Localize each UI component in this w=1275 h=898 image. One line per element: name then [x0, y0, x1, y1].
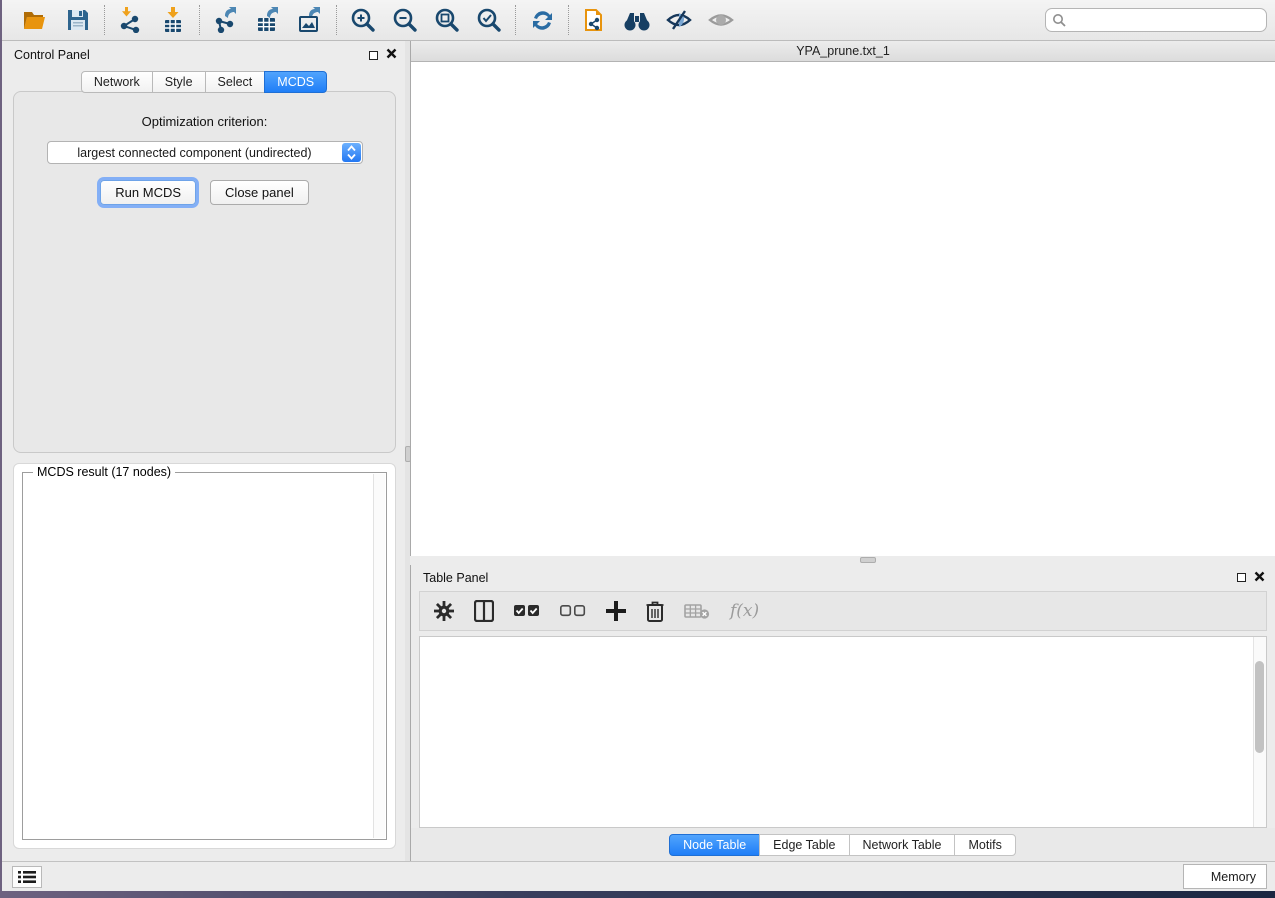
zoom-fit-icon[interactable] — [433, 6, 461, 34]
zoom-selected-icon[interactable] — [475, 6, 503, 34]
tab-motifs[interactable]: Motifs — [954, 834, 1015, 856]
close-panel-button[interactable]: Close panel — [210, 180, 309, 205]
zoom-out-icon[interactable] — [391, 6, 419, 34]
show-eye-icon — [707, 6, 735, 34]
export-table-icon[interactable] — [254, 6, 282, 34]
application-window: Control Panel Network Style Select MCDS … — [2, 0, 1275, 891]
table-toolbar: f(x) — [419, 591, 1267, 631]
mcds-result-list[interactable] — [24, 479, 373, 838]
tab-select[interactable]: Select — [205, 71, 266, 93]
mcds-result-scrollbar[interactable] — [373, 474, 385, 838]
task-history-button[interactable] — [12, 866, 42, 888]
optimization-criterion-label: Optimization criterion: — [14, 114, 395, 129]
import-table-icon[interactable] — [159, 6, 187, 34]
deselect-all-rows-icon[interactable] — [560, 598, 586, 624]
open-file-icon[interactable] — [22, 6, 50, 34]
mcds-tab-content: Optimization criterion: largest connecte… — [13, 91, 396, 453]
delete-column-icon[interactable] — [646, 598, 664, 624]
network-view-frame: YPA_prune.txt_1 — [410, 41, 1275, 556]
table-tabbar: Node Table Edge Table Network Table Moti… — [411, 828, 1275, 861]
network-title: YPA_prune.txt_1 — [411, 44, 1275, 58]
tab-style[interactable]: Style — [152, 71, 206, 93]
criterion-select-value: largest connected component (undirected) — [48, 146, 362, 160]
control-panel: Control Panel Network Style Select MCDS … — [4, 41, 405, 861]
mcds-result-panel: MCDS result (17 nodes) — [13, 463, 396, 849]
float-panel-icon[interactable] — [369, 51, 378, 60]
table-scrollbar-thumb[interactable] — [1255, 661, 1264, 753]
function-builder-icon: f(x) — [730, 598, 759, 624]
close-table-panel-icon[interactable] — [1254, 571, 1265, 585]
search-icon — [1052, 13, 1066, 30]
criterion-select[interactable]: largest connected component (undirected) — [47, 141, 363, 164]
run-mcds-button[interactable]: Run MCDS — [100, 180, 196, 205]
add-column-icon[interactable] — [606, 598, 626, 624]
select-stepper-icon — [342, 143, 361, 162]
table-panel-title: Table Panel — [423, 571, 488, 585]
tab-network-table[interactable]: Network Table — [849, 834, 956, 856]
tab-mcds[interactable]: MCDS — [264, 71, 327, 93]
memory-button-label: Memory — [1211, 870, 1256, 884]
refresh-icon[interactable] — [528, 6, 556, 34]
network-document-icon[interactable] — [581, 6, 609, 34]
node-table — [419, 636, 1267, 828]
tab-node-table[interactable]: Node Table — [669, 834, 760, 856]
save-icon[interactable] — [64, 6, 92, 34]
list-icon — [18, 870, 36, 884]
import-network-icon[interactable] — [117, 6, 145, 34]
control-panel-tabbar: Network Style Select MCDS — [4, 71, 405, 93]
export-image-icon[interactable] — [296, 6, 324, 34]
mcds-result-title: MCDS result (17 nodes) — [33, 465, 175, 479]
show-columns-icon[interactable] — [474, 598, 494, 624]
table-settings-gear-icon[interactable] — [434, 598, 454, 624]
status-bar: Memory — [2, 861, 1275, 891]
memory-button[interactable]: Memory — [1183, 864, 1267, 889]
search-input[interactable] — [1045, 8, 1267, 32]
float-table-panel-icon[interactable] — [1237, 573, 1246, 582]
close-panel-icon[interactable] — [386, 48, 397, 62]
network-titlebar[interactable]: YPA_prune.txt_1 — [411, 41, 1275, 62]
control-panel-title: Control Panel — [14, 48, 90, 62]
tab-network[interactable]: Network — [81, 71, 153, 93]
select-all-rows-icon[interactable] — [514, 598, 540, 624]
binoculars-icon[interactable] — [623, 6, 651, 34]
zoom-in-icon[interactable] — [349, 6, 377, 34]
network-graph-canvas[interactable] — [411, 62, 1275, 556]
tab-edge-table[interactable]: Edge Table — [759, 834, 849, 856]
hide-selected-icon[interactable] — [665, 6, 693, 34]
table-panel: Table Panel — [410, 565, 1275, 861]
main-toolbar — [2, 0, 1275, 41]
memory-status-icon — [1194, 871, 1205, 882]
export-network-icon[interactable] — [212, 6, 240, 34]
table-scrollbar[interactable] — [1253, 637, 1266, 827]
delete-table-icon — [684, 598, 710, 624]
search-field-container — [1045, 8, 1267, 32]
